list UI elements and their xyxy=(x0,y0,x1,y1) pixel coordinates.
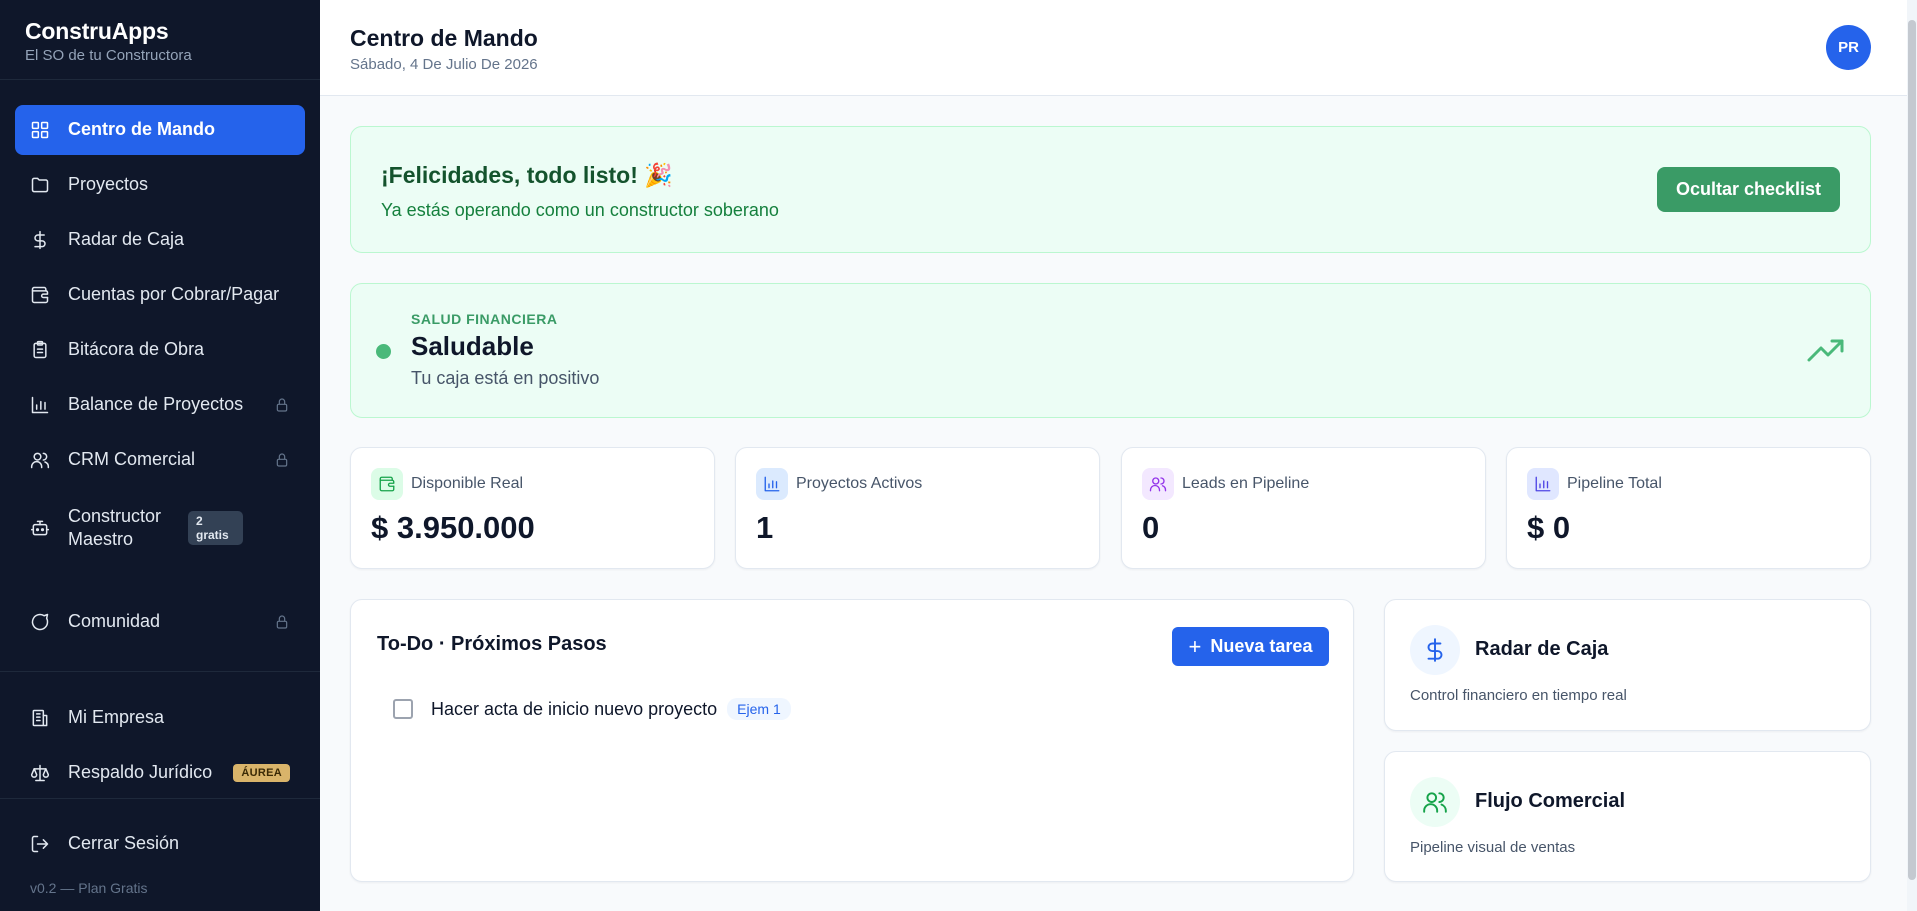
stat-label: Disponible Real xyxy=(411,475,524,492)
users-icon xyxy=(30,450,50,470)
sidebar-item-comunidad[interactable]: Comunidad xyxy=(15,597,305,647)
page-title: Centro de Mando xyxy=(350,25,538,51)
brand[interactable]: ConstruApps El SO de tu Constructora xyxy=(0,0,320,80)
todo-card: To-Do · Próximos Pasos + Nueva tarea Hac… xyxy=(350,599,1354,882)
sidebar-item-crm[interactable]: CRM Comercial xyxy=(15,435,305,485)
sidebar-item-respaldo-juridico[interactable]: Respaldo Jurídico ÁUREA xyxy=(15,748,305,798)
shortcut-subtitle: Pipeline visual de ventas xyxy=(1410,839,1576,856)
trending-up-icon xyxy=(1806,336,1846,364)
dollar-icon xyxy=(30,230,50,250)
aurea-badge: ÁUREA xyxy=(233,764,290,782)
free-badge: 2 gratis xyxy=(188,510,243,546)
sidebar-item-centro-de-mando[interactable]: Centro de Mando xyxy=(15,105,305,155)
stat-value: 1 xyxy=(756,510,774,545)
sidebar-item-label: CRM Comercial xyxy=(68,449,196,470)
shortcut-radar-de-caja[interactable]: Radar de Caja Control financiero en tiem… xyxy=(1384,599,1871,731)
sidebar-item-balance[interactable]: Balance de Proyectos xyxy=(15,380,305,430)
sidebar-item-radar-de-caja[interactable]: Radar de Caja xyxy=(15,215,305,265)
sidebar-item-label: Constructor Maestro xyxy=(68,505,162,549)
sidebar: ConstruApps El SO de tu Constructora Cen… xyxy=(0,0,320,911)
users-icon xyxy=(1142,468,1174,500)
hide-checklist-button[interactable]: Ocultar checklist xyxy=(1657,167,1840,212)
lock-icon xyxy=(274,452,290,468)
congrats-title: ¡Felicidades, todo listo! 🎉 xyxy=(381,162,673,188)
sidebar-item-label: Centro de Mando xyxy=(68,119,215,140)
health-status: Saludable xyxy=(411,331,534,361)
sidebar-divider xyxy=(0,671,320,672)
health-kicker: SALUD FINANCIERA xyxy=(411,311,558,327)
congrats-subtitle: Ya estás operando como un constructor so… xyxy=(381,200,779,220)
sidebar-item-label: Respaldo Jurídico xyxy=(68,762,213,783)
stat-card-pipeline-total[interactable]: Pipeline Total $ 0 xyxy=(1506,447,1871,569)
sidebar-item-label: Proyectos xyxy=(68,174,149,195)
page-scrollbar[interactable] xyxy=(1907,0,1917,911)
stat-card-disponible[interactable]: Disponible Real $ 3.950.000 xyxy=(350,447,715,569)
logout-icon xyxy=(30,834,50,854)
congrats-banner: ¡Felicidades, todo listo! 🎉 Ya estás ope… xyxy=(350,126,1871,253)
avatar[interactable]: PR xyxy=(1826,25,1871,70)
version-label: v0.2 — Plan Gratis xyxy=(30,880,148,896)
stat-card-leads[interactable]: Leads en Pipeline 0 xyxy=(1121,447,1486,569)
sidebar-item-cuentas[interactable]: Cuentas por Cobrar/Pagar xyxy=(15,270,305,320)
users-icon xyxy=(1410,777,1460,827)
page-date: Sábado, 4 De Julio De 2026 xyxy=(350,56,538,73)
grid-icon xyxy=(30,120,50,140)
financial-health-card: SALUD FINANCIERA Saludable Tu caja está … xyxy=(350,283,1871,418)
brand-tagline: El SO de tu Constructora xyxy=(25,47,192,64)
dollar-icon xyxy=(1410,625,1460,675)
wallet-icon xyxy=(30,285,50,305)
chat-icon xyxy=(30,612,50,632)
task-item: Hacer acta de inicio nuevo proyecto Ejem… xyxy=(393,698,791,720)
brand-name: ConstruApps xyxy=(25,18,169,44)
sidebar-item-proyectos[interactable]: Proyectos xyxy=(15,160,305,210)
scrollbar-thumb[interactable] xyxy=(1908,20,1916,880)
sidebar-item-label: Bitácora de Obra xyxy=(68,339,205,360)
logout-label: Cerrar Sesión xyxy=(68,833,180,854)
stat-label: Pipeline Total xyxy=(1567,475,1662,492)
building-icon xyxy=(30,708,50,728)
stat-label: Leads en Pipeline xyxy=(1182,475,1310,492)
folder-icon xyxy=(30,175,50,195)
sidebar-item-bitacora[interactable]: Bitácora de Obra xyxy=(15,325,305,375)
logout-button[interactable]: Cerrar Sesión xyxy=(15,819,305,869)
health-message: Tu caja está en positivo xyxy=(411,368,600,388)
robot-icon xyxy=(30,518,50,538)
bar-chart-icon xyxy=(30,395,50,415)
sidebar-item-label: Mi Empresa xyxy=(68,707,165,728)
plus-icon: + xyxy=(1188,633,1202,659)
stat-value: 0 xyxy=(1142,510,1160,545)
shortcut-subtitle: Control financiero en tiempo real xyxy=(1410,687,1627,704)
sidebar-item-label: Radar de Caja xyxy=(68,229,185,250)
bar-chart-icon xyxy=(1527,468,1559,500)
task-tag: Ejem 1 xyxy=(727,698,791,720)
shortcut-title: Radar de Caja xyxy=(1475,638,1609,660)
wallet-icon xyxy=(371,468,403,500)
sidebar-item-label: Comunidad xyxy=(68,611,161,632)
todo-title: To-Do · Próximos Pasos xyxy=(377,633,607,655)
task-text: Hacer acta de inicio nuevo proyecto xyxy=(431,698,718,719)
stat-value: $ 3.950.000 xyxy=(371,510,535,545)
clipboard-icon xyxy=(30,340,50,360)
stat-value: $ 0 xyxy=(1527,510,1571,545)
sidebar-item-label: Cuentas por Cobrar/Pagar xyxy=(68,284,280,305)
scale-icon xyxy=(30,763,50,783)
shortcut-flujo-comercial[interactable]: Flujo Comercial Pipeline visual de venta… xyxy=(1384,751,1871,882)
new-task-label: Nueva tarea xyxy=(1210,636,1313,656)
top-header: Centro de Mando Sábado, 4 De Julio De 20… xyxy=(320,0,1907,96)
sidebar-item-mi-empresa[interactable]: Mi Empresa xyxy=(15,693,305,743)
shortcut-title: Flujo Comercial xyxy=(1475,790,1626,812)
sidebar-item-constructor-maestro[interactable]: Constructor Maestro 2 gratis xyxy=(15,500,305,556)
lock-icon xyxy=(274,614,290,630)
sidebar-divider xyxy=(0,798,320,799)
stat-label: Proyectos Activos xyxy=(796,475,923,492)
stat-card-proyectos-activos[interactable]: Proyectos Activos 1 xyxy=(735,447,1100,569)
status-dot xyxy=(376,344,391,359)
sidebar-item-label: Balance de Proyectos xyxy=(68,394,244,415)
task-checkbox[interactable] xyxy=(393,699,413,719)
lock-icon xyxy=(274,397,290,413)
new-task-button[interactable]: + Nueva tarea xyxy=(1172,627,1329,666)
bar-chart-icon xyxy=(756,468,788,500)
